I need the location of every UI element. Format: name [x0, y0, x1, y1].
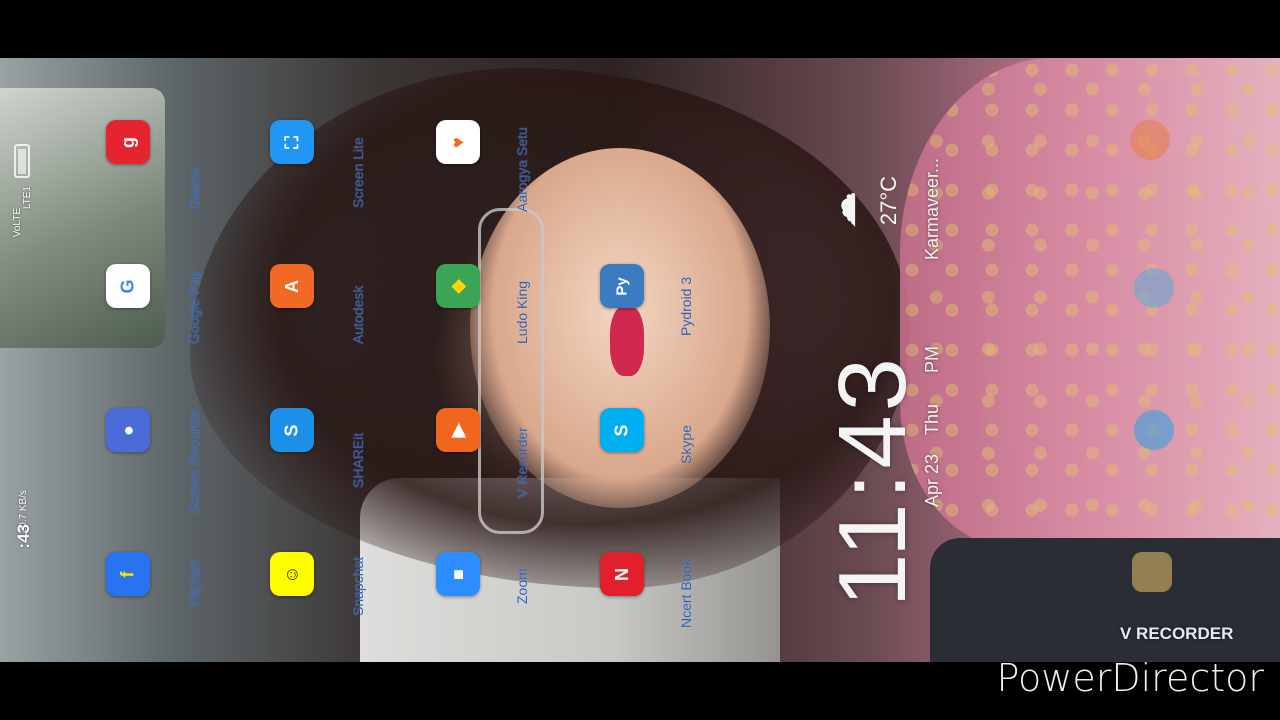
app-shareit-icon[interactable]: S: [270, 408, 314, 452]
app-ludo-king-label: Ludo King: [514, 280, 530, 344]
carrier-indicator: VoLTE: [12, 208, 23, 238]
weather-location: Karmaveer...: [922, 158, 942, 261]
wallpaper-glasses: [478, 208, 544, 534]
app-gaana-icon[interactable]: g: [106, 120, 150, 164]
app-snapchat-icon[interactable]: ☺: [270, 552, 314, 596]
app-ludo-king-icon[interactable]: ◆: [436, 264, 480, 308]
app-gaana-label: Gaana: [186, 167, 202, 210]
app-screen-recorder-icon[interactable]: ●: [106, 408, 150, 452]
powerdirector-watermark: PowerDirector: [996, 656, 1264, 700]
v-recorder-watermark: V RECORDER: [1120, 624, 1234, 643]
app-screen-lite-label: Screen Lite: [350, 137, 366, 208]
app-aarogya-setu-icon[interactable]: ♥: [436, 120, 480, 164]
app-google-pay-label: Google Pay: [186, 270, 202, 344]
app-skype-icon[interactable]: S: [600, 408, 644, 452]
phone-home-screen: LTE1 VoLTE 20.7 KB/s :43 g G ● f Gaana G…: [0, 58, 1280, 662]
app-zoom-icon[interactable]: ■: [436, 552, 480, 596]
app-pydroid-label: Pydroid 3: [678, 276, 694, 336]
network-indicator: LTE1: [22, 186, 33, 210]
app-zoom-label: Zoom: [514, 568, 530, 604]
ghost-app-icon: [1130, 120, 1170, 160]
clock-day: Thu: [922, 404, 942, 436]
clock-ampm: PM: [922, 346, 942, 373]
app-flipkart-icon[interactable]: f: [106, 552, 150, 596]
v-recorder-overlay-icon[interactable]: [1132, 552, 1172, 592]
wallpaper-dress: [900, 58, 1280, 548]
app-ncert-books-icon[interactable]: N: [600, 552, 644, 596]
wallpaper-lips: [610, 306, 644, 376]
app-flipkart-label: Flipkart: [186, 560, 202, 606]
app-autodesk-label: Autodesk: [350, 285, 366, 344]
ghost-app-icon: [1134, 268, 1174, 308]
app-autodesk-icon[interactable]: A: [270, 264, 314, 308]
app-v-recorder-icon[interactable]: ▶: [436, 408, 480, 452]
app-screen-lite-icon[interactable]: ⛶: [270, 120, 314, 164]
app-v-recorder-label: V Recorder: [514, 427, 530, 498]
app-skype-label: Skype: [678, 425, 694, 464]
weather-cloud-icon: ☁: [821, 191, 864, 229]
app-shareit-label: SHAREit: [350, 432, 366, 488]
status-time: :43: [14, 524, 33, 549]
app-screen-recorder-label: Screen Recorder: [186, 408, 202, 514]
letterbox-top: [0, 0, 1280, 58]
weather-temperature: 27°C: [876, 176, 901, 226]
app-ncert-books-label: Ncert Book: [678, 558, 694, 628]
ghost-app-icon: [1134, 410, 1174, 450]
app-snapchat-label: Snapchat: [350, 556, 366, 616]
app-aarogya-setu-label: Aarogya Setu: [514, 127, 530, 212]
app-google-pay-icon[interactable]: G: [106, 264, 150, 308]
clock-time[interactable]: 11:43: [818, 354, 928, 607]
clock-date: Apr 23: [922, 454, 942, 508]
app-pydroid-icon[interactable]: Py: [600, 264, 644, 308]
battery-icon: [14, 144, 30, 178]
